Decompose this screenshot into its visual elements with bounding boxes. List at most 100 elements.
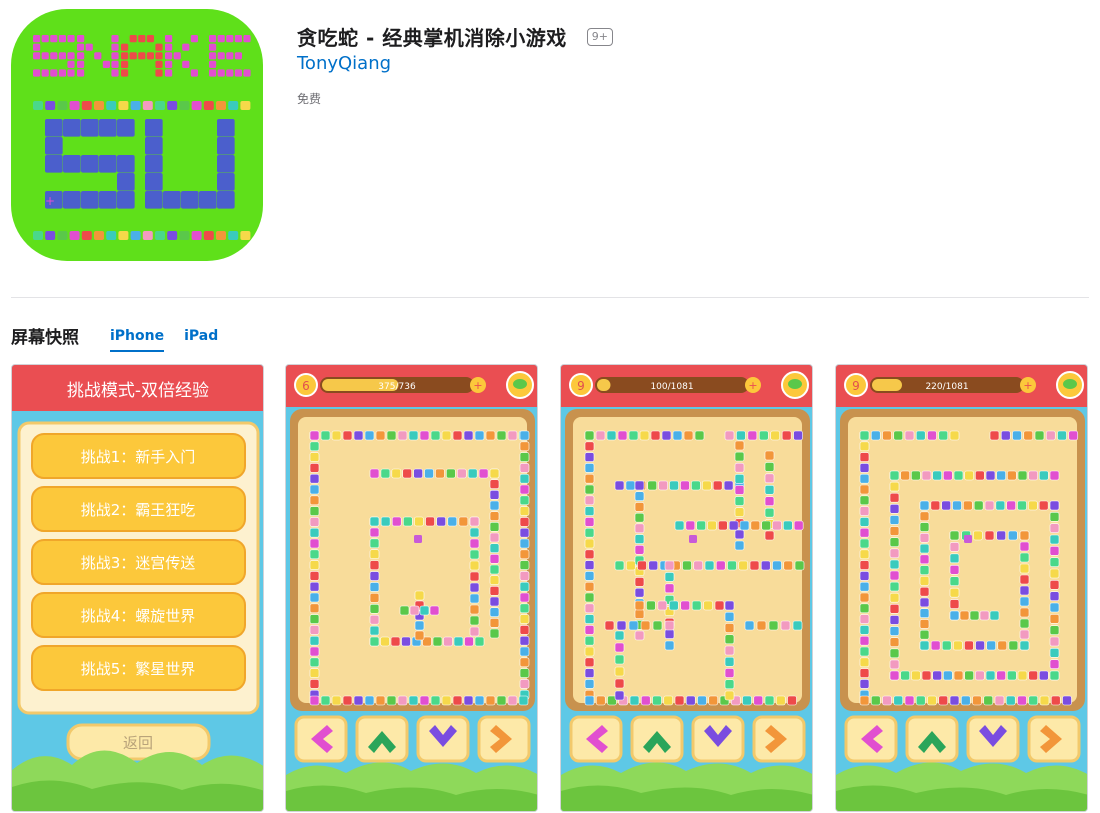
snake-block [369, 593, 380, 603]
snake-block [584, 571, 595, 581]
snake-block [1049, 602, 1060, 613]
snake-block [691, 480, 701, 491]
snake-block [595, 430, 606, 441]
snake-block [402, 468, 413, 479]
snake-block [859, 506, 870, 516]
developer-link[interactable]: TonyQiang [297, 53, 391, 74]
snake-block [919, 608, 930, 618]
challenge-label-3: 挑战3：迷宫传送 [81, 554, 196, 572]
snake-block [664, 572, 675, 582]
snake-block [764, 462, 775, 472]
up-arrow-button[interactable] [905, 715, 959, 763]
snake-block [342, 430, 353, 441]
left-arrow-button[interactable] [844, 715, 898, 763]
snake-block [718, 520, 728, 531]
snake-block [1008, 640, 1019, 651]
snake-block [463, 695, 474, 706]
snake-block [964, 670, 974, 681]
snake-block [703, 600, 713, 611]
snake-block [1034, 430, 1045, 441]
right-arrow-button[interactable] [477, 715, 531, 763]
challenge-button-4[interactable]: 挑战4：螺旋世界 [31, 592, 246, 638]
snake-block [984, 500, 995, 511]
snake-block [309, 646, 320, 657]
snake-block [783, 560, 794, 571]
grass-decoration-front [12, 780, 263, 811]
screenshot-game-1[interactable]: 6 375/736 + [285, 364, 538, 812]
up-arrow-button[interactable] [355, 715, 409, 763]
snake-block [889, 470, 900, 481]
snake-block [919, 640, 930, 651]
snake-block [989, 430, 1000, 441]
snake-block [953, 670, 964, 681]
snake-block [432, 636, 443, 647]
snake-block [793, 520, 804, 531]
snake-block [634, 577, 645, 587]
snake-block [989, 610, 1000, 621]
snake-block [985, 470, 996, 481]
snake-block [859, 603, 870, 614]
snake-block [519, 473, 530, 484]
left-arrow-button[interactable] [294, 715, 348, 763]
down-arrow-button[interactable] [691, 715, 745, 763]
snake-block [975, 470, 985, 481]
snake-block [1028, 500, 1038, 511]
snake-block [1049, 591, 1060, 601]
snake-block [964, 640, 974, 651]
snake-block [734, 462, 745, 473]
snake-block [941, 500, 951, 511]
down-arrow-button[interactable] [966, 715, 1020, 763]
snake-block [614, 690, 625, 701]
snake-block [859, 452, 870, 462]
snake-block [519, 495, 530, 506]
snake-block [1049, 557, 1060, 567]
snake-block [369, 614, 380, 625]
snake-block [674, 695, 685, 706]
snake-block [859, 463, 870, 473]
snake-block [664, 560, 675, 571]
snake-block [634, 587, 645, 598]
challenge-button-2[interactable]: 挑战2：霸王狂吃 [31, 486, 246, 532]
snake-block [584, 506, 595, 516]
screenshot-game-2[interactable]: 9 100/1081 + [560, 364, 813, 812]
right-arrow-button[interactable] [752, 715, 806, 763]
snake-block [761, 520, 771, 531]
snake-block [634, 523, 645, 534]
snake-block [634, 512, 645, 523]
snake-block [701, 480, 712, 491]
snake-block [456, 468, 467, 479]
snake-block [975, 640, 985, 651]
snake-block [419, 430, 430, 441]
snake-block [369, 468, 380, 479]
screenshot-game-3[interactable]: 9 220/1081 + [835, 364, 1088, 812]
screenshot-menu[interactable]: 挑战模式-双倍经验 挑战1：新手入门 挑战2：霸王狂吃 挑战3：迷宫传送 挑战4… [11, 364, 264, 812]
app-icon: + [11, 9, 263, 261]
snake-block [1068, 430, 1079, 441]
snake-block [919, 629, 930, 640]
challenge-button-3[interactable]: 挑战3：迷宫传送 [31, 539, 246, 585]
snake-block [949, 564, 960, 575]
up-arrow-button[interactable] [630, 715, 684, 763]
snake-block [859, 625, 870, 635]
snake-block [584, 603, 595, 614]
snake-block [724, 600, 735, 611]
challenge-button-5[interactable]: 挑战5：繁星世界 [31, 645, 246, 691]
snake-block [708, 695, 719, 706]
snake-block [584, 484, 595, 495]
left-arrow-button[interactable] [569, 715, 623, 763]
snake-block [691, 600, 702, 611]
snake-block [1049, 500, 1060, 511]
snake-block [519, 430, 530, 441]
down-arrow-button[interactable] [416, 715, 470, 763]
snake-block [634, 491, 645, 502]
snake-block [447, 516, 458, 527]
snake-block [859, 538, 870, 549]
snake-block [519, 625, 530, 635]
snake-block [723, 480, 734, 491]
tab-ipad[interactable]: iPad [184, 328, 218, 352]
snake-block [728, 520, 739, 531]
tab-iphone[interactable]: iPhone [110, 328, 165, 352]
right-arrow-button[interactable] [1027, 715, 1081, 763]
challenge-button-1[interactable]: 挑战1：新手入门 [31, 433, 246, 479]
snake-block [685, 695, 696, 706]
